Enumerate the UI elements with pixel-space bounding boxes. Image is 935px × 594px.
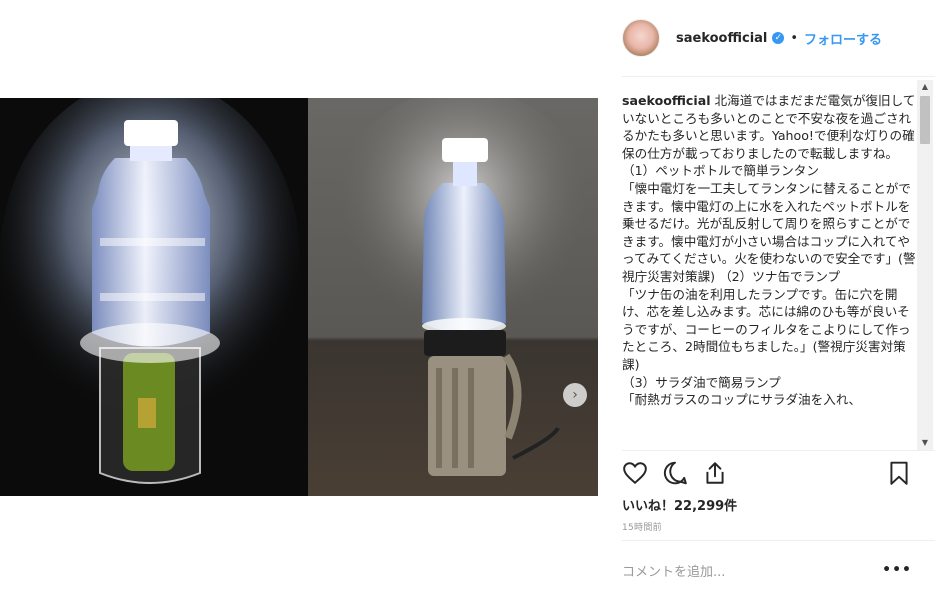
- photo-flashlight-under-bottle: [308, 98, 598, 496]
- scroll-up-arrow-icon[interactable]: ▲: [917, 80, 933, 94]
- scroll-thumb[interactable]: [920, 96, 930, 144]
- post-media[interactable]: ›: [0, 98, 598, 496]
- comment-icon: [663, 461, 687, 485]
- more-options-icon[interactable]: •••: [882, 562, 912, 578]
- caption-author-link[interactable]: saekoofficial: [622, 93, 711, 108]
- share-button[interactable]: [702, 460, 730, 488]
- post-timestamp[interactable]: 15時間前: [622, 520, 662, 533]
- comment-button[interactable]: [662, 460, 690, 488]
- username-link[interactable]: saekoofficial: [676, 31, 767, 46]
- bottle-lamp-illustration-left: [0, 98, 308, 496]
- carousel-next-button[interactable]: ›: [563, 383, 587, 407]
- share-icon: [706, 462, 724, 484]
- follow-button[interactable]: フォローする: [804, 29, 882, 48]
- bookmark-icon: [890, 461, 908, 485]
- caption-divider: [622, 450, 935, 451]
- photo-flashlight-in-glass: [0, 98, 308, 496]
- caption-text: saekoofficial 北海道ではまだまだ電気が復旧していないところも多いと…: [622, 92, 918, 449]
- chevron-right-icon: ›: [572, 387, 578, 403]
- avatar[interactable]: [622, 19, 660, 57]
- comment-divider: [622, 540, 935, 541]
- caption-scrollbar[interactable]: ▲ ▼: [917, 80, 933, 450]
- likes-count[interactable]: いいね！22,299件: [622, 495, 737, 514]
- header-separator: •: [790, 30, 799, 46]
- header-divider: [622, 76, 935, 77]
- verified-badge-icon: ✓: [772, 32, 785, 44]
- post-header: saekoofficial ✓ • フォローする: [622, 18, 882, 58]
- comment-input[interactable]: コメントを追加...: [622, 561, 725, 580]
- like-button[interactable]: [622, 460, 650, 488]
- caption-body: 北海道ではまだまだ電気が復旧していないところも多いとのことで不安な夜を過ごされる…: [622, 93, 916, 408]
- save-button[interactable]: [886, 460, 914, 488]
- bottle-lamp-illustration-right: [323, 98, 598, 476]
- heart-icon: [623, 462, 647, 485]
- scroll-down-arrow-icon[interactable]: ▼: [917, 436, 933, 450]
- action-bar: [622, 460, 912, 490]
- comment-form: コメントを追加... •••: [622, 558, 912, 582]
